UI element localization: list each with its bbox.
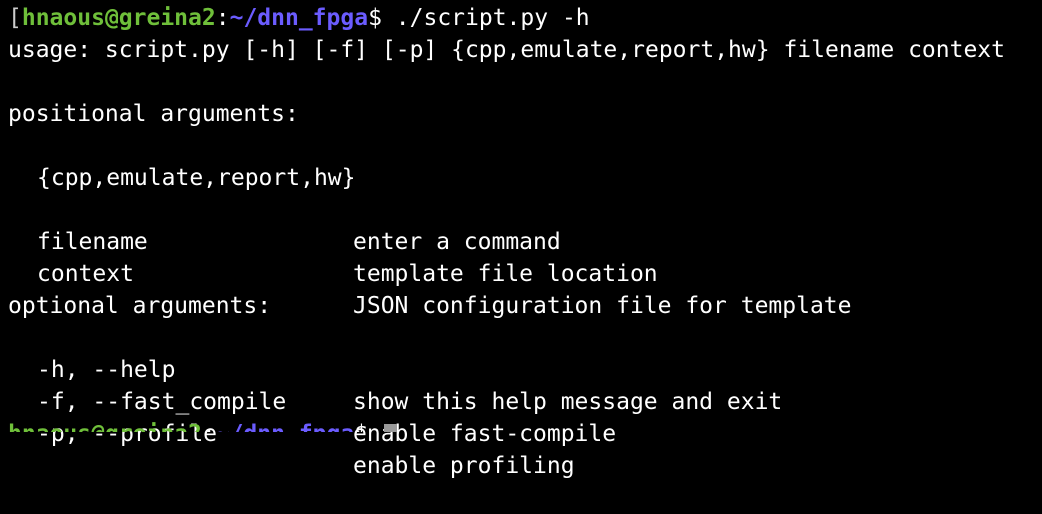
next-prompt-path: ~/dnn_fpga [216,421,354,432]
positional-row: filename template file location [8,194,1042,287]
optional-row: -f, --fast_compile enable fast-compile [8,354,1042,447]
positional-row: enter a command [8,162,1042,255]
prompt-dollar: $ [368,5,382,31]
prompt-user-host: hnaous@greina2 [21,5,216,31]
optional-header: optional arguments: [8,293,272,319]
positional-row: {cpp,emulate,report,hw} [8,130,1042,191]
next-prompt-line[interactable]: hnaous@greina2:~/dnn_fpga$ [8,418,1042,432]
next-prompt-dollar: $ [354,421,368,432]
prompt-colon: : [215,5,230,31]
next-prompt-colon: : [202,421,216,432]
positional-header: positional arguments: [8,101,299,127]
next-prompt-user-host: hnaous@greina2 [8,421,202,432]
terminal-window[interactable]: [hnaous@greina2:~/dnn_fpga$ ./script.py … [0,0,1042,479]
usage-line: usage: script.py [-h] [-f] [-p] {cpp,emu… [8,37,1005,63]
cursor-block [383,423,397,432]
prompt-command: ./script.py -h [381,5,590,31]
optional-row: -p, --profile enable profiling [8,386,1042,479]
optional-row: -h, --help show this help message and ex… [8,322,1042,415]
prompt-bracket: [ [8,5,22,31]
prompt-path: ~/dnn_fpga [229,5,369,31]
optional-desc: enable profiling [353,453,575,479]
prompt-line: [hnaous@greina2:~/dnn_fpga$ ./script.py … [8,0,1042,34]
positional-row: context JSON configuration file for temp… [8,226,1042,319]
